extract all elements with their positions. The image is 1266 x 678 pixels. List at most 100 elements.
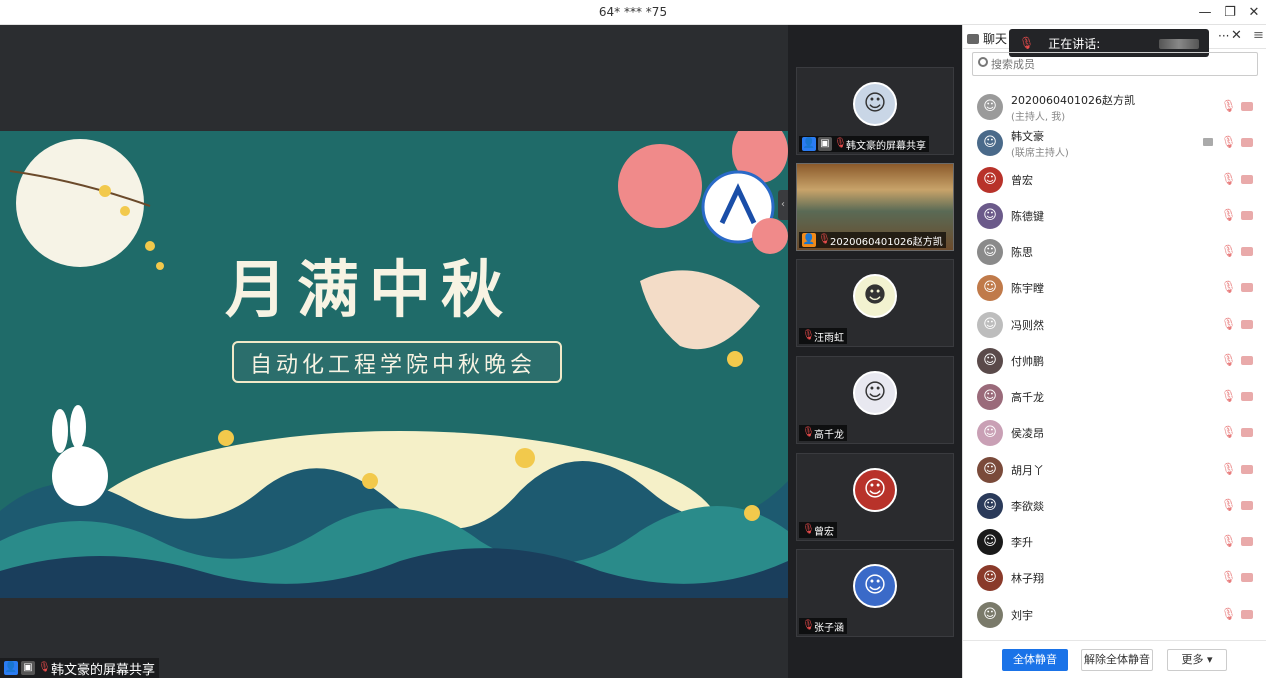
camera-off-icon[interactable]	[1241, 610, 1253, 619]
member-role: (主持人, 我)	[1011, 112, 1066, 123]
speaking-names-blurred	[1159, 39, 1199, 49]
member-list[interactable]: ☺ 2020060401026赵方凯 (主持人, 我) 🎙 ☺ 韩文豪 (联席主持人) 🎙 ☺ 曾…	[963, 89, 1266, 637]
camera-off-icon[interactable]	[1241, 320, 1253, 329]
minimize-button[interactable]: —	[1194, 3, 1216, 23]
member-row[interactable]: ☺ 刘宇 🎙	[963, 597, 1266, 633]
member-name: 陈思	[1011, 246, 1033, 259]
member-row[interactable]: ☺ 付帅鹏 🎙	[963, 343, 1266, 379]
member-row[interactable]: ☺ 陈德键 🎙	[963, 198, 1266, 234]
mic-muted-icon[interactable]: 🎙	[1221, 317, 1236, 331]
window-title: 64* *** *75	[598, 5, 668, 19]
video-tile-active[interactable]: 👤 🎙 2020060401026赵方凯	[796, 163, 954, 251]
member-search[interactable]	[972, 52, 1258, 76]
search-input[interactable]	[991, 55, 1251, 73]
member-row[interactable]: ☺ 陈思 🎙	[963, 234, 1266, 270]
camera-off-icon[interactable]	[1241, 247, 1253, 256]
mic-muted-icon[interactable]: 🎙	[1221, 389, 1236, 403]
mic-muted-icon[interactable]: 🎙	[1221, 534, 1236, 548]
member-name: 陈宇瞠	[1011, 282, 1044, 295]
avatar: ☺	[977, 203, 1003, 229]
tile-label: 🎙 曾宏	[799, 522, 837, 538]
tile-name: 2020060401026赵方凯	[830, 236, 943, 248]
chat-icon	[967, 33, 979, 44]
member-name: 胡月丫	[1011, 464, 1044, 477]
member-row[interactable]: ☺ 李升 🎙	[963, 524, 1266, 560]
member-name: 韩文豪	[1011, 130, 1044, 143]
mic-muted-icon[interactable]: 🎙	[1221, 280, 1236, 294]
share-owner-name: 韩文豪的屏幕共享	[51, 662, 156, 678]
video-tile[interactable]: ☺ 🎙 曾宏	[796, 453, 954, 541]
tile-label: 👤 🎙 2020060401026赵方凯	[799, 232, 946, 248]
camera-off-icon[interactable]	[1241, 283, 1253, 292]
video-tile[interactable]: ☺ 👤 ▣ 🎙 韩文豪的屏幕共享	[796, 67, 954, 155]
mic-muted-icon: 🎙	[38, 662, 51, 673]
screen-share-icon: ▣	[818, 137, 832, 151]
slide-subtitle: 自动化工程学院中秋晚会	[250, 353, 537, 378]
camera-off-icon[interactable]	[1241, 175, 1253, 184]
member-row[interactable]: ☺ 李欲燚 🎙	[963, 488, 1266, 524]
mic-muted-icon[interactable]: 🎙	[1221, 425, 1236, 439]
members-panel: 聊天 ··· ✕ ≡ 🎙 正在讲话: ☺ 2020060401026赵方凯 (主持人…	[962, 25, 1266, 678]
video-tile[interactable]: ☺ 🎙 高千龙	[796, 356, 954, 444]
unmute-all-button[interactable]: 解除全体静音	[1081, 649, 1153, 671]
close-panel-button[interactable]: ✕	[1231, 28, 1242, 43]
mic-muted-icon[interactable]: 🎙	[1221, 208, 1236, 222]
member-row[interactable]: ☺ 高千龙 🎙	[963, 379, 1266, 415]
camera-off-icon[interactable]	[1241, 211, 1253, 220]
mic-muted-icon[interactable]: 🎙	[1221, 99, 1236, 113]
avatar: ☺	[977, 565, 1003, 591]
mic-muted-icon: 🎙	[802, 620, 815, 631]
camera-off-icon[interactable]	[1241, 392, 1253, 401]
member-row[interactable]: ☺ 林子翔 🎙	[963, 560, 1266, 596]
camera-off-icon[interactable]	[1241, 501, 1253, 510]
member-row[interactable]: ☺ 曾宏 🎙	[963, 162, 1266, 198]
close-window-button[interactable]: ✕	[1243, 3, 1265, 23]
video-tile[interactable]: ☻ 🎙 汪雨虹	[796, 259, 954, 347]
member-row[interactable]: ☺ 侯凌昂 🎙	[963, 415, 1266, 451]
collapse-strip-button[interactable]: ‹	[778, 190, 788, 220]
mic-muted-icon[interactable]: 🎙	[1221, 607, 1236, 621]
mic-muted-icon[interactable]: 🎙	[1221, 498, 1236, 512]
avatar: ☺	[853, 371, 897, 415]
mic-muted-icon[interactable]: 🎙	[1221, 462, 1236, 476]
avatar: ☺	[853, 468, 897, 512]
panel-menu-icon[interactable]: ≡	[1253, 28, 1264, 43]
mic-muted-icon[interactable]: 🎙	[1221, 353, 1236, 367]
mic-muted-icon[interactable]: 🎙	[1221, 244, 1236, 258]
mic-muted-icon[interactable]: 🎙	[1221, 570, 1236, 584]
member-name: 陈德键	[1011, 210, 1044, 223]
user-icon: 👤	[4, 661, 18, 675]
camera-off-icon[interactable]	[1241, 465, 1253, 474]
member-row[interactable]: ☺ 陈宇瞠 🎙	[963, 270, 1266, 306]
member-row[interactable]: ☺ 冯则然 🎙	[963, 307, 1266, 343]
tile-name: 张子涵	[814, 622, 844, 634]
avatar: ☺	[977, 239, 1003, 265]
tile-label: 🎙 高千龙	[799, 425, 847, 441]
user-icon: 👤	[802, 233, 816, 247]
tile-name: 韩文豪的屏幕共享	[846, 140, 926, 152]
member-name: 高千龙	[1011, 391, 1044, 404]
camera-off-icon[interactable]	[1241, 356, 1253, 365]
more-button[interactable]: 更多 ▾	[1167, 649, 1227, 671]
member-row[interactable]: ☺ 胡月丫 🎙	[963, 452, 1266, 488]
mute-all-button[interactable]: 全体静音	[1002, 649, 1068, 671]
tab-chat[interactable]: 聊天	[967, 30, 1007, 47]
user-icon: 👤	[802, 137, 816, 151]
tile-label: 👤 ▣ 🎙 韩文豪的屏幕共享	[799, 136, 929, 152]
mic-muted-icon[interactable]: 🎙	[1221, 172, 1236, 186]
video-strip[interactable]: ‹ ☺ 👤 ▣ 🎙 韩文豪的屏幕共享 👤 🎙 2020060401026赵方凯 …	[778, 25, 962, 678]
more-options-button[interactable]: ···	[1218, 29, 1229, 43]
camera-off-icon[interactable]	[1241, 537, 1253, 546]
camera-off-icon[interactable]	[1241, 102, 1253, 111]
mic-muted-icon: 🎙	[802, 330, 815, 341]
camera-off-icon[interactable]	[1241, 428, 1253, 437]
camera-off-icon[interactable]	[1241, 573, 1253, 582]
member-row[interactable]: ☺ 韩文豪 (联席主持人) 🎙	[963, 125, 1266, 161]
video-tile[interactable]: ☺ 🎙 张子涵	[796, 549, 954, 637]
member-row[interactable]: ☺ 2020060401026赵方凯 (主持人, 我) 🎙	[963, 89, 1266, 125]
tile-name: 高千龙	[814, 429, 844, 441]
restore-button[interactable]: ❐	[1219, 3, 1241, 23]
camera-off-icon[interactable]	[1241, 138, 1253, 147]
mic-muted-icon[interactable]: 🎙	[1221, 135, 1236, 149]
avatar: ☺	[977, 275, 1003, 301]
